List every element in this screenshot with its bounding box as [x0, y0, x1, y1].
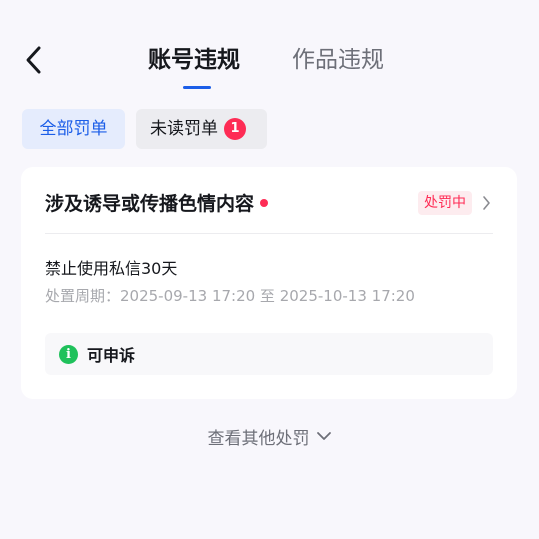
- appeal-button[interactable]: i 可申诉: [45, 333, 493, 375]
- filter-unread-tickets[interactable]: 未读罚单 1: [136, 109, 267, 149]
- filter-unread-label: 未读罚单: [150, 119, 218, 139]
- unread-count-badge: 1: [224, 118, 246, 140]
- info-icon: i: [59, 344, 78, 364]
- back-button[interactable]: [16, 42, 50, 78]
- tab-content-violation[interactable]: 作品违规: [292, 42, 384, 78]
- appeal-label: 可申诉: [87, 346, 136, 365]
- status-badge: 处罚中: [418, 191, 472, 215]
- chevron-right-icon: [482, 196, 490, 210]
- tab-account-violation[interactable]: 账号违规: [148, 42, 240, 78]
- violation-title-row: 涉及诱导或传播色情内容: [45, 189, 269, 216]
- violation-card[interactable]: 涉及诱导或传播色情内容 处罚中 禁止使用私信30天 处置周期：2025-09-1…: [21, 167, 517, 399]
- violation-title: 涉及诱导或传播色情内容: [45, 193, 255, 215]
- unread-dot: [260, 198, 269, 207]
- view-other-punishments-button[interactable]: 查看其他处罚: [0, 422, 539, 450]
- filter-all-tickets[interactable]: 全部罚单: [22, 109, 125, 149]
- punishment-text: 禁止使用私信30天: [45, 259, 178, 278]
- punishment-period: 处置周期：2025-09-13 17:20 至 2025-10-13 17:20: [45, 287, 415, 305]
- chevron-left-icon: [26, 46, 41, 74]
- card-detail-button[interactable]: [479, 193, 493, 213]
- active-tab-indicator: [183, 86, 211, 89]
- top-bar: 账号违规 作品违规: [0, 0, 539, 100]
- chevron-down-icon: [316, 431, 332, 441]
- card-divider: [45, 233, 493, 234]
- view-other-punishments-label: 查看其他处罚: [207, 428, 310, 449]
